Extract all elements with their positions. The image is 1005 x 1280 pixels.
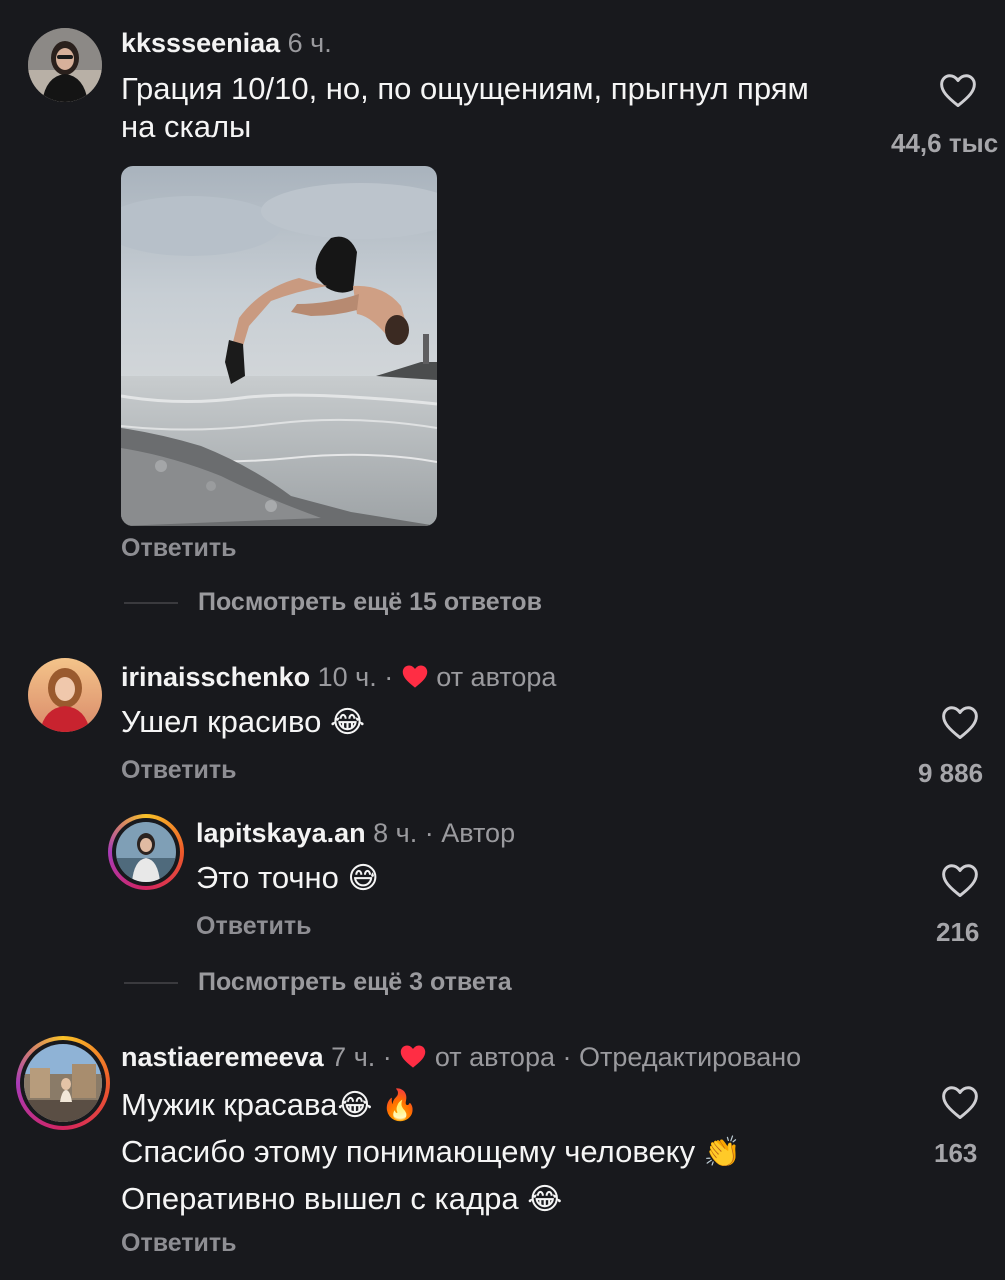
- avatar-photo-icon: [24, 1044, 102, 1122]
- like-count: 9 886: [918, 758, 984, 788]
- fire-emoji: 🔥: [381, 1089, 419, 1122]
- separator-dot: ·: [382, 1042, 392, 1072]
- avatar-photo-icon: [116, 822, 176, 882]
- reply-text: Это точно 😅: [196, 859, 379, 898]
- avatar-photo-icon: [28, 658, 102, 732]
- reply-button[interactable]: Ответить: [121, 534, 237, 563]
- grinning-sweat-emoji: 😅: [347, 862, 379, 895]
- like-count: 44,6 тыс: [891, 128, 999, 158]
- avatar-photo: [24, 1044, 102, 1122]
- comment-photo[interactable]: [121, 166, 437, 526]
- heart-outline-icon[interactable]: [938, 72, 978, 113]
- avatar-photo-icon: [28, 28, 102, 102]
- avatar-lapitskaya-an[interactable]: [108, 814, 184, 890]
- comment-header: kkssseeniaa 6 ч.: [121, 28, 332, 59]
- reply-header: lapitskaya.an 8 ч. · Автор: [196, 818, 515, 849]
- comment-text-line: Оперативно вышел с кадра 😂: [121, 1176, 921, 1223]
- timestamp: 6 ч.: [287, 28, 332, 58]
- avatar-irinaisschenko[interactable]: [28, 658, 102, 732]
- comment-text-line: на скалы: [121, 109, 252, 144]
- reply-button[interactable]: Ответить: [121, 756, 237, 785]
- comment-header: irinaisschenko 10 ч. · от автора: [121, 662, 556, 696]
- author-like-label: от автора: [434, 1042, 555, 1072]
- author-badge: Автор: [441, 818, 516, 848]
- avatar-photo: [116, 822, 176, 882]
- comment-header: nastiaeremeeva 7 ч. · от автора · Отреда…: [121, 1042, 801, 1076]
- like-count: 163: [934, 1138, 978, 1168]
- comment-text: Мужик красава😂 🔥 Спасибо этому понимающе…: [121, 1082, 921, 1223]
- timestamp: 8 ч.: [373, 818, 418, 848]
- heart-outline-icon[interactable]: [940, 1084, 980, 1125]
- comment-text-line: Спасибо этому понимающему человеку 👏: [121, 1129, 921, 1176]
- reply-button[interactable]: Ответить: [196, 912, 312, 941]
- comment-text-content: Мужик красава: [121, 1087, 338, 1122]
- reply-text-content: Это точно: [196, 860, 339, 895]
- avatar-nastiaeremeeva[interactable]: [16, 1036, 110, 1130]
- comment-text-content: Оперативно вышел с кадра: [121, 1181, 519, 1216]
- view-more-replies[interactable]: Посмотреть ещё 3 ответа: [198, 968, 512, 997]
- comments-screen: kkssseeniaa 6 ч. Грация 10/10, но, по ощ…: [0, 0, 1005, 1280]
- timestamp: 7 ч.: [331, 1042, 376, 1072]
- cliff-dive-photo-icon: [121, 166, 437, 526]
- comment-text: Грация 10/10, но, по ощущениям, прыгнул …: [121, 70, 891, 146]
- comment-text-line: Мужик красава😂 🔥: [121, 1082, 921, 1129]
- username[interactable]: kkssseeniaa: [121, 28, 280, 58]
- replies-divider: [124, 982, 178, 984]
- tears-of-joy-emoji: 😂: [329, 706, 365, 739]
- username[interactable]: lapitskaya.an: [196, 818, 366, 848]
- username[interactable]: nastiaeremeeva: [121, 1042, 324, 1072]
- timestamp: 10 ч.: [317, 662, 377, 692]
- edited-label: Отредактировано: [579, 1042, 802, 1072]
- heart-filled-icon: [399, 1043, 427, 1076]
- comment-text: Ушел красиво 😂: [121, 703, 365, 742]
- separator-dot: ·: [384, 662, 394, 692]
- separator-dot: ·: [424, 818, 434, 848]
- like-count: 216: [936, 917, 980, 947]
- comment-text-line: Грация 10/10, но, по ощущениям, прыгнул …: [121, 71, 809, 106]
- reply-button[interactable]: Ответить: [121, 1229, 237, 1258]
- author-like-label: от автора: [436, 662, 557, 692]
- username[interactable]: irinaisschenko: [121, 662, 310, 692]
- tears-of-joy-emoji: 😂: [337, 1089, 373, 1122]
- replies-divider: [124, 602, 178, 604]
- comment-text-content: Спасибо этому понимающему человеку: [121, 1134, 696, 1169]
- heart-outline-icon[interactable]: [940, 704, 980, 745]
- clapping-hands-emoji: 👏: [703, 1136, 742, 1169]
- view-more-replies[interactable]: Посмотреть ещё 15 ответов: [198, 588, 542, 617]
- avatar-kkssseeniaa[interactable]: [28, 28, 102, 102]
- heart-filled-icon: [401, 663, 429, 696]
- comment-text-content: Ушел красиво: [121, 704, 322, 739]
- heart-outline-icon[interactable]: [940, 862, 980, 903]
- separator-dot: ·: [562, 1042, 572, 1072]
- tears-of-joy-emoji: 😂: [527, 1183, 563, 1216]
